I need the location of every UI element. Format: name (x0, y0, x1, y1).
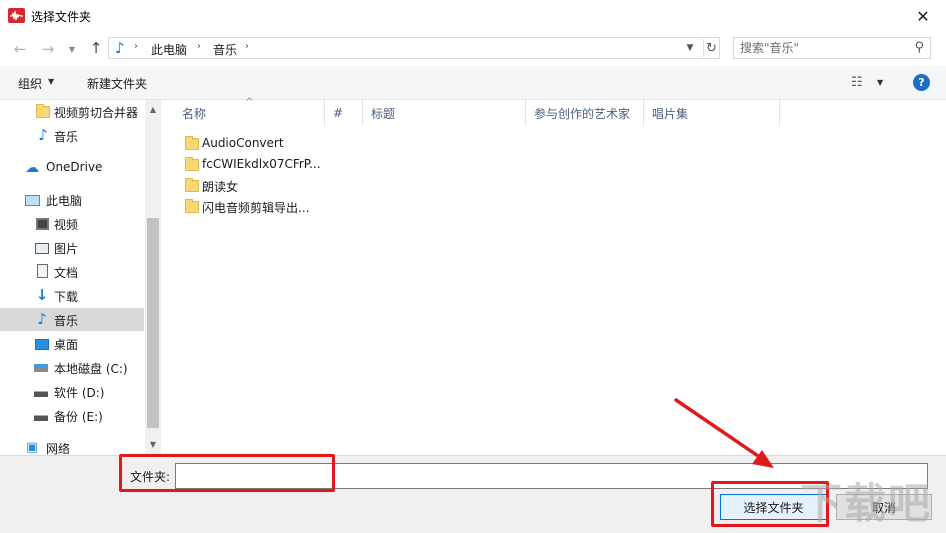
sidebar-item-music-quick[interactable]: ♪ 音乐 (0, 124, 144, 147)
folder-icon (185, 199, 199, 213)
folder-icon (185, 157, 199, 171)
sidebar-item-label: 视频 (54, 218, 79, 232)
refresh-icon[interactable]: ↻ (703, 39, 719, 57)
sidebar-item-label: 此电脑 (46, 194, 83, 208)
folder-icon (35, 104, 51, 119)
disk-d-icon (33, 387, 49, 401)
sidebar-item-downloads[interactable]: ↓ 下载 (0, 284, 144, 307)
sidebar-item-label: 音乐 (54, 130, 79, 144)
onedrive-cloud-icon: ☁ (25, 160, 39, 176)
disk-c-icon (33, 361, 49, 375)
sidebar-item-label: 软件 (D:) (54, 386, 105, 400)
folder-icon (185, 136, 199, 150)
this-pc-icon (24, 193, 40, 207)
sidebar-item-network[interactable]: ▣ 网络 (0, 436, 144, 456)
sidebar-item-videos[interactable]: 视频 (0, 212, 144, 235)
address-bar[interactable]: ♪ › 此电脑 › 音乐 › ▼ ↻ (108, 37, 720, 59)
sidebar-item-music[interactable]: ♪ 音乐 (0, 308, 144, 331)
view-options-icon[interactable]: ☷ (851, 75, 863, 90)
scroll-up-chevron-icon[interactable]: ▲ (145, 102, 161, 116)
sidebar-item-this-pc[interactable]: 此电脑 (0, 188, 144, 211)
list-item[interactable]: fcCWIEkdlx07CFrP... (180, 154, 380, 174)
annotation-highlight-folder-field (119, 454, 335, 492)
sidebar-item-label: 文档 (54, 266, 79, 280)
sidebar-item-disk-d[interactable]: 软件 (D:) (0, 380, 144, 403)
sidebar-item-label: 桌面 (54, 338, 79, 352)
sidebar-item-label: 网络 (46, 442, 71, 455)
sidebar-item-pictures[interactable]: 图片 (0, 236, 144, 259)
address-dropdown-chevron-icon[interactable]: ▼ (683, 40, 697, 56)
network-icon: ▣ (25, 439, 39, 455)
back-arrow-icon[interactable]: ← (10, 39, 30, 59)
folder-icon (185, 178, 199, 192)
organize-button[interactable]: 组织 (18, 75, 42, 92)
chevron-down-icon[interactable]: ▼ (877, 78, 883, 87)
sidebar-item-disk-c[interactable]: 本地磁盘 (C:) (0, 356, 144, 379)
column-header-row: 名称 # 标题 参与创作的艺术家 唱片集 (162, 100, 946, 126)
download-arrow-icon: ↓ (35, 286, 49, 304)
app-logo-icon (8, 8, 25, 23)
video-icon (34, 217, 50, 231)
search-input[interactable] (740, 40, 900, 56)
forward-arrow-icon[interactable]: → (38, 39, 58, 59)
sidebar-item-label: 音乐 (54, 314, 79, 328)
search-icon[interactable]: ⚲ (914, 40, 924, 55)
file-name: 朗读女 (202, 180, 239, 194)
sidebar-item-disk-e[interactable]: 备份 (E:) (0, 404, 144, 427)
close-button[interactable]: ✕ (900, 0, 946, 32)
pictures-icon (34, 241, 50, 255)
recent-locations-chevron-icon[interactable]: ▼ (65, 39, 79, 59)
music-note-icon: ♪ (115, 39, 125, 57)
breadcrumb-separator-icon[interactable]: › (245, 41, 249, 52)
window-title: 选择文件夹 (31, 10, 92, 24)
music-note-icon: ♪ (37, 310, 47, 328)
search-box[interactable]: ⚲ (733, 37, 931, 59)
sidebar-item-documents[interactable]: 文档 (0, 260, 144, 283)
sidebar-item-desktop[interactable]: 桌面 (0, 332, 144, 355)
up-arrow-icon[interactable]: ↑ (86, 38, 106, 58)
sidebar-scrollbar[interactable]: ▲ ▼ (145, 100, 161, 455)
sort-ascending-icon: ^ (245, 97, 254, 108)
sidebar-item-label: 视频剪切合并器 (54, 106, 139, 120)
watermark-logo: 下载吧 (800, 479, 933, 528)
file-name: AudioConvert (202, 136, 284, 150)
column-header-artists[interactable]: 参与创作的艺术家 (526, 100, 644, 126)
sidebar-item-label: 图片 (54, 242, 79, 256)
title-bar (0, 0, 946, 32)
chevron-down-icon[interactable]: ▼ (48, 77, 54, 86)
scroll-down-chevron-icon[interactable]: ▼ (145, 437, 161, 451)
column-header-title[interactable]: 标题 (363, 100, 526, 126)
column-header-number[interactable]: # (325, 100, 363, 126)
list-item[interactable]: 闪电音频剪辑导出... (180, 196, 380, 216)
sidebar-item-label: 本地磁盘 (C:) (54, 362, 128, 376)
file-name: 闪电音频剪辑导出... (202, 201, 310, 215)
command-toolbar: 组织 ▼ 新建文件夹 ☷ ▼ ? (0, 66, 946, 100)
sidebar-item-label: 备份 (E:) (54, 410, 103, 424)
file-name: fcCWIEkdlx07CFrP... (202, 157, 321, 171)
breadcrumb-separator-icon[interactable]: › (134, 41, 138, 52)
sidebar-item-video-cutter[interactable]: 视频剪切合并器 (0, 100, 144, 123)
breadcrumb-separator-icon[interactable]: › (197, 41, 201, 52)
new-folder-button[interactable]: 新建文件夹 (87, 75, 147, 92)
desktop-icon (34, 337, 50, 351)
navigation-pane: 视频剪切合并器 ♪ 音乐 ☁ OneDrive 此电脑 视频 图片 文档 ↓ 下… (0, 100, 161, 455)
scrollbar-thumb[interactable] (147, 218, 159, 428)
breadcrumb-music[interactable]: 音乐 (213, 41, 237, 58)
music-note-icon: ♪ (38, 126, 48, 144)
sidebar-item-onedrive[interactable]: ☁ OneDrive (0, 156, 144, 179)
documents-icon (34, 264, 50, 278)
sidebar-item-label: 下载 (54, 290, 79, 304)
breadcrumb-this-pc[interactable]: 此电脑 (151, 41, 187, 58)
annotation-arrow-icon (674, 398, 774, 468)
sidebar-item-label: OneDrive (46, 160, 103, 174)
disk-e-icon (33, 411, 49, 425)
list-item[interactable]: AudioConvert (180, 133, 380, 153)
list-item[interactable]: 朗读女 (180, 175, 380, 195)
help-icon[interactable]: ? (913, 74, 930, 91)
column-header-album[interactable]: 唱片集 (644, 100, 780, 126)
